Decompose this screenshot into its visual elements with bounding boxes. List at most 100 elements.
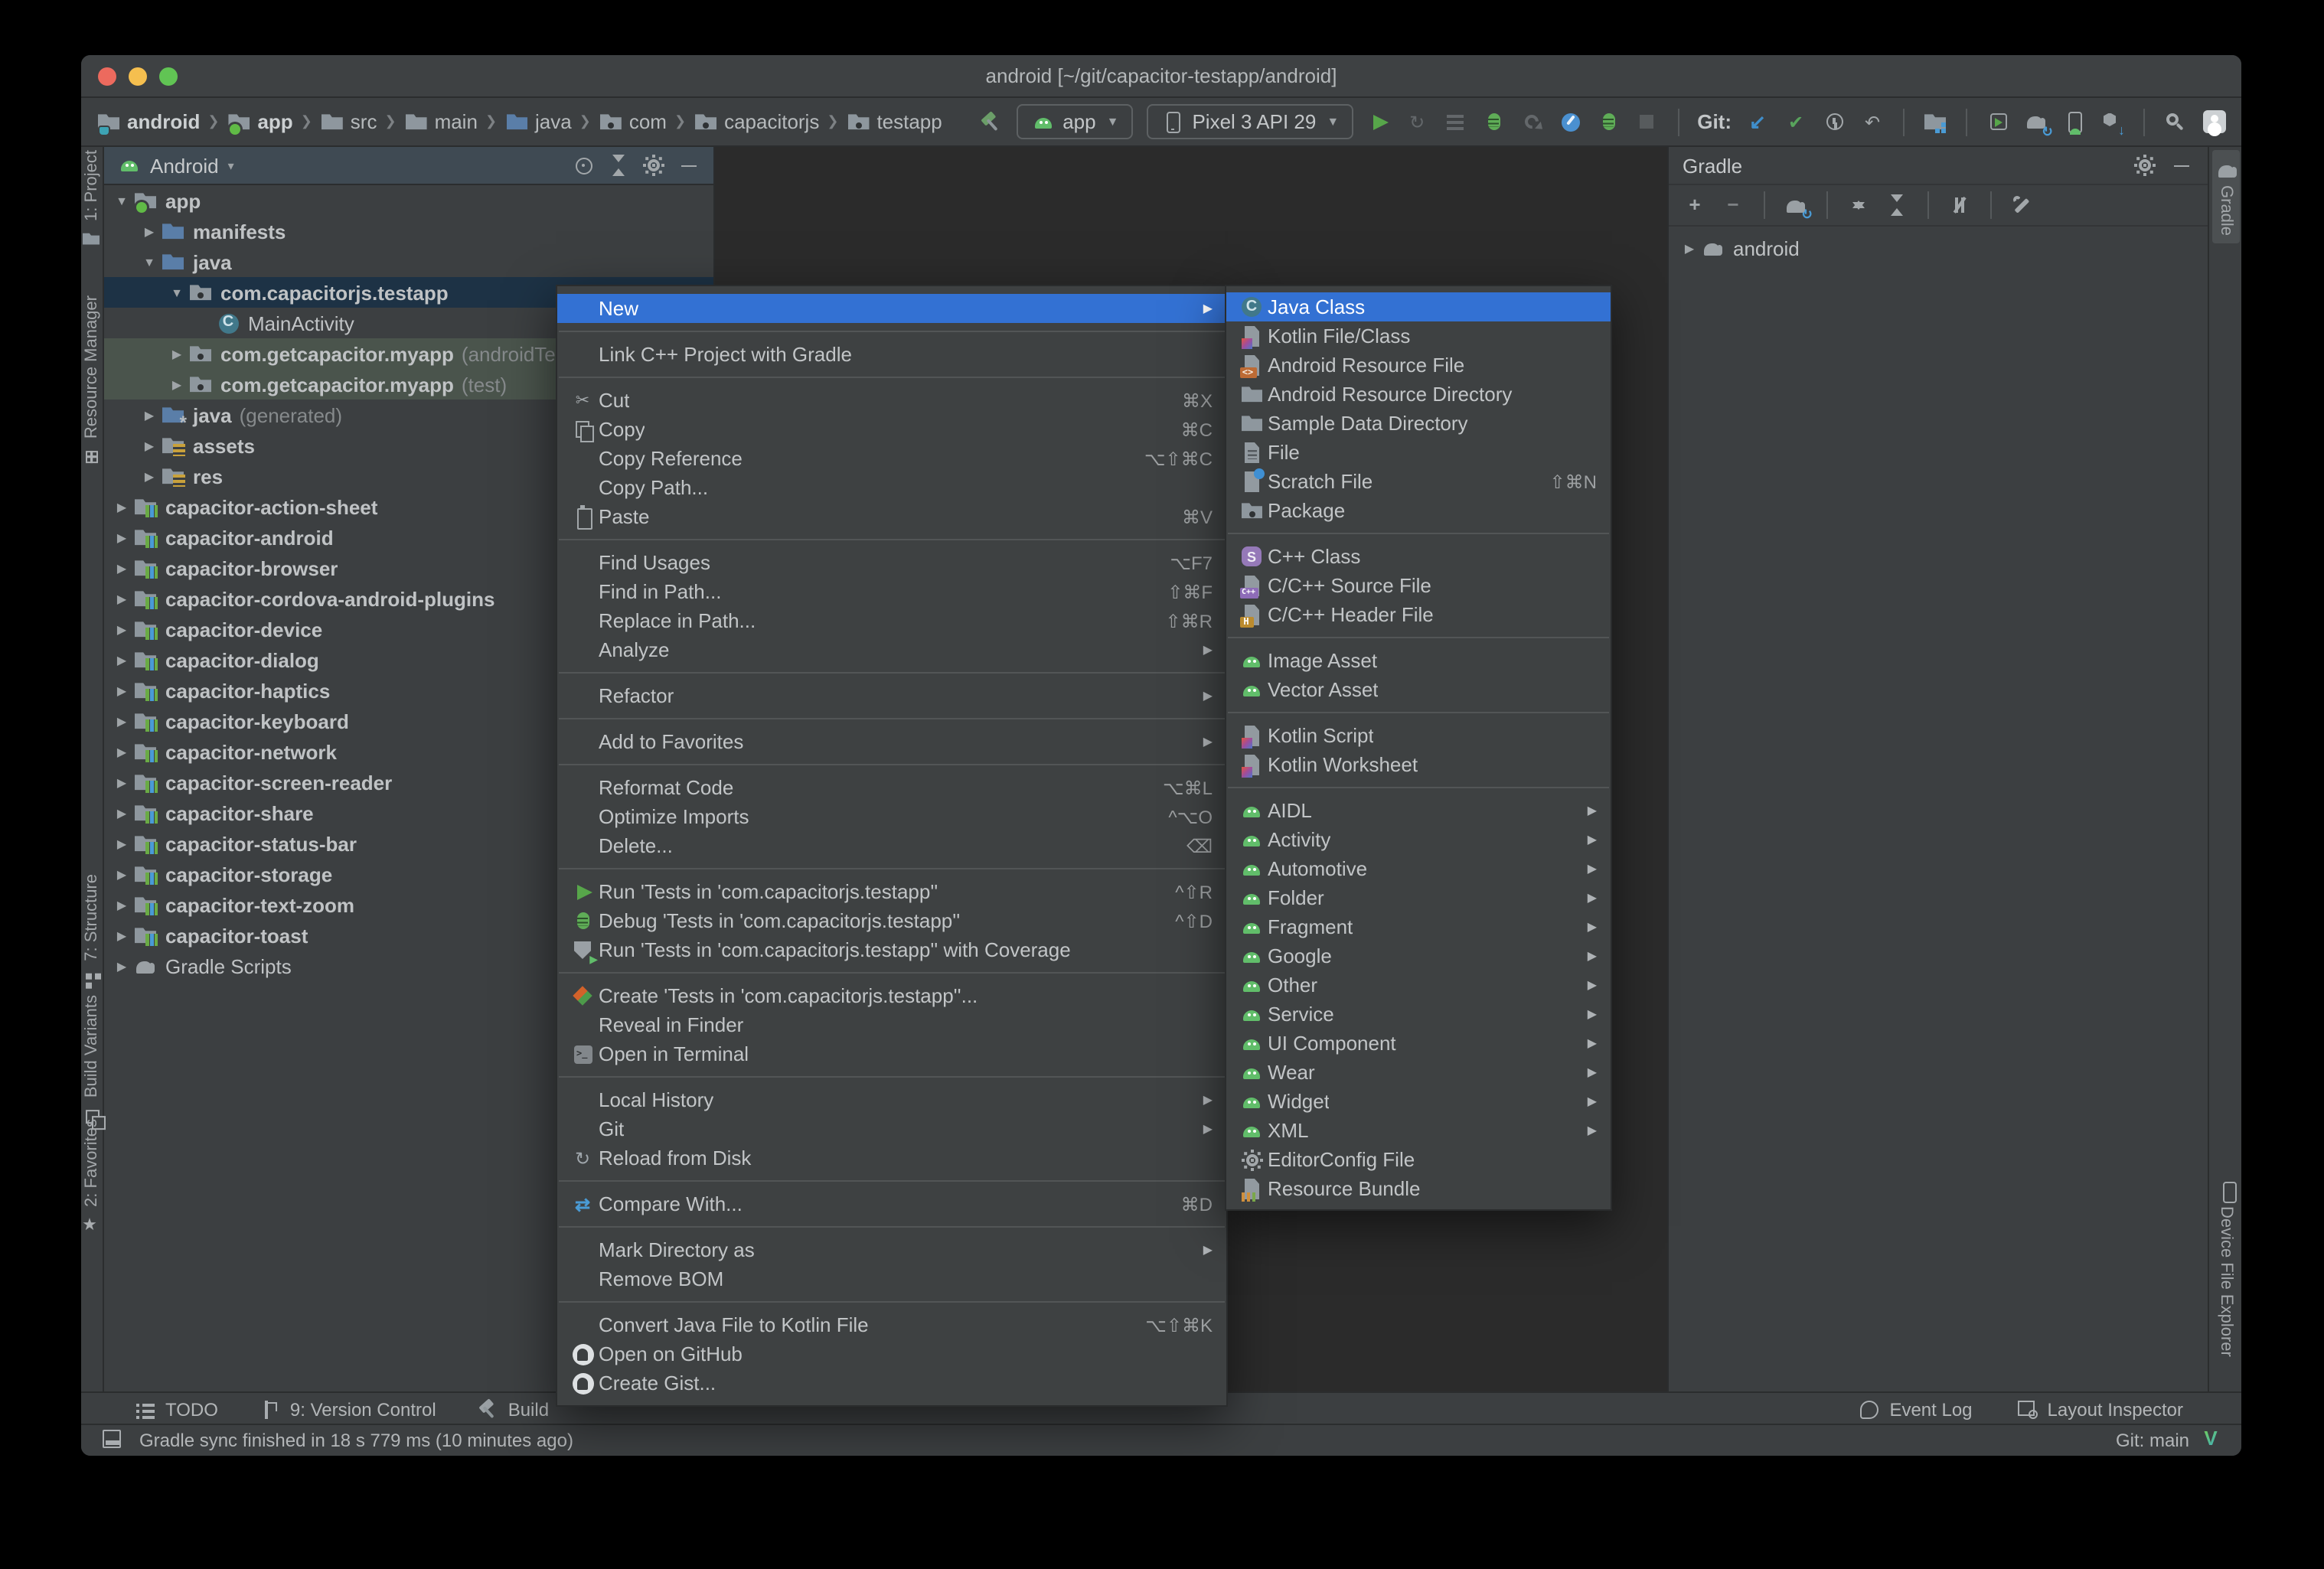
gradle-sync-button[interactable]: ↻ — [1784, 193, 1813, 222]
breadcrumb-android[interactable]: android — [96, 109, 200, 134]
menu-item-delete[interactable]: Delete... ⌫ — [557, 831, 1226, 860]
menu-item-convert-java-file-to-kotlin-file[interactable]: Convert Java File to Kotlin File ⌥⇧⌘K — [557, 1310, 1226, 1339]
tree-chevron-right-icon[interactable]: ▶ — [138, 469, 161, 483]
tree-chevron-right-icon[interactable]: ▶ — [110, 837, 133, 850]
menu-item-reveal-in-finder[interactable]: Reveal in Finder — [557, 1010, 1226, 1039]
breadcrumb-capacitorjs[interactable]: capacitorjs — [694, 109, 819, 134]
git-commit-button[interactable] — [1784, 109, 1808, 134]
new-menu-item-widget[interactable]: Widget ▶ — [1226, 1087, 1611, 1116]
menu-item-copy-reference[interactable]: Copy Reference ⌥⇧⌘C — [557, 444, 1226, 473]
tree-row-app[interactable]: ▼ app — [104, 185, 713, 216]
device-select[interactable]: Pixel 3 API 29 ▼ — [1146, 104, 1353, 139]
tree-chevron-right-icon[interactable]: ▶ — [110, 622, 133, 636]
menu-item-find-in-path[interactable]: Find in Path... ⇧⌘F — [557, 577, 1226, 606]
menu-item-reformat-code[interactable]: Reformat Code ⌥⌘L — [557, 773, 1226, 802]
tree-chevron-right-icon[interactable]: ▶ — [165, 377, 188, 391]
tool-window-button-7-structure[interactable]: 7: Structure — [81, 874, 103, 989]
new-menu-item-service[interactable]: Service ▶ — [1226, 1000, 1611, 1029]
ignore-button[interactable] — [1947, 193, 1972, 217]
new-menu-item-image-asset[interactable]: Image Asset — [1226, 646, 1611, 675]
new-menu-item-aidl[interactable]: AIDL ▶ — [1226, 796, 1611, 825]
window-layout-icon[interactable] — [100, 1426, 124, 1450]
new-menu-item-activity[interactable]: Activity ▶ — [1226, 825, 1611, 854]
breadcrumb-testapp[interactable]: testapp — [846, 109, 942, 134]
new-menu-item-ui-component[interactable]: UI Component ▶ — [1226, 1029, 1611, 1058]
remove-button[interactable] — [1721, 193, 1745, 217]
tool-window-button-event-log[interactable]: Event Log — [1857, 1397, 1973, 1421]
tree-chevron-down-icon[interactable]: ▼ — [165, 285, 188, 299]
menu-item-create-tests-in-com-capacitorjs-testapp[interactable]: Create 'Tests in 'com.capacitorjs.testap… — [557, 981, 1226, 1010]
menu-item-copy[interactable]: Copy ⌘C — [557, 415, 1226, 444]
close-window-button[interactable] — [98, 67, 116, 85]
wrench-button[interactable] — [2010, 193, 2035, 217]
tree-row-manifests[interactable]: ▶ manifests — [104, 216, 713, 246]
sdk-manager-button[interactable] — [2100, 109, 2125, 137]
new-menu-item-kotlin-file-class[interactable]: Kotlin File/Class — [1226, 321, 1611, 351]
attach-debugger-button[interactable] — [1519, 109, 1544, 134]
tool-window-button-device-file-explorer[interactable]: Device File Explorer — [2212, 1171, 2240, 1365]
minimize-button[interactable] — [677, 153, 701, 178]
run-configuration-select[interactable]: app ▼ — [1017, 104, 1133, 139]
new-menu-item-sample-data-directory[interactable]: Sample Data Directory — [1226, 409, 1611, 438]
tool-window-button-9-version-control[interactable]: 9: Version Control — [258, 1397, 436, 1421]
menu-item-mark-directory-as[interactable]: Mark Directory as ▶ — [557, 1235, 1226, 1264]
breadcrumb-java[interactable]: java — [504, 109, 572, 134]
breadcrumb-main[interactable]: main — [404, 109, 478, 134]
run-anything-button[interactable] — [1986, 109, 2010, 134]
menu-item-run-tests-in-com-capacitorjs-testapp-with-coverage[interactable]: Run 'Tests in 'com.capacitorjs.testapp''… — [557, 935, 1226, 965]
add-button[interactable] — [1683, 193, 1707, 217]
breadcrumb-app[interactable]: app — [227, 109, 293, 134]
menu-item-local-history[interactable]: Local History ▶ — [557, 1085, 1226, 1114]
expand-all-button[interactable] — [1846, 193, 1871, 217]
tool-window-button-layout-inspector[interactable]: Layout Inspector — [2016, 1397, 2183, 1421]
tree-chevron-right-icon[interactable]: ▶ — [110, 561, 133, 575]
apply-code-changes-button[interactable] — [1443, 109, 1467, 134]
minimize-button[interactable] — [2169, 153, 2194, 178]
stop-button[interactable] — [1634, 109, 1659, 134]
tree-chevron-right-icon[interactable]: ▶ — [110, 592, 133, 605]
new-menu-item-java-class[interactable]: Java Class — [1226, 292, 1611, 321]
new-menu-item-file[interactable]: File — [1226, 438, 1611, 467]
tree-chevron-right-icon[interactable]: ▶ — [138, 408, 161, 422]
menu-item-run-tests-in-com-capacitorjs-testapp[interactable]: Run 'Tests in 'com.capacitorjs.testapp''… — [557, 877, 1226, 906]
gear-button[interactable] — [2133, 153, 2157, 178]
menu-item-refactor[interactable]: Refactor ▶ — [557, 681, 1226, 710]
project-view-selector[interactable]: Android — [150, 154, 219, 177]
collapse-all-button[interactable] — [1885, 193, 1909, 217]
menu-item-open-on-github[interactable]: Open on GitHub — [557, 1339, 1226, 1368]
new-menu-item-kotlin-worksheet[interactable]: Kotlin Worksheet — [1226, 750, 1611, 779]
new-menu-item-android-resource-file[interactable]: Android Resource File — [1226, 351, 1611, 380]
tool-window-button-resource-manager[interactable]: Resource Manager — [81, 295, 103, 466]
new-menu-item-folder[interactable]: Folder ▶ — [1226, 883, 1611, 912]
menu-item-git[interactable]: Git ▶ — [557, 1114, 1226, 1143]
git-branch-status[interactable]: Git: main — [2116, 1430, 2189, 1451]
attach-profiler-button[interactable] — [1596, 109, 1621, 134]
menu-item-cut[interactable]: Cut ⌘X — [557, 386, 1226, 415]
tree-chevron-right-icon[interactable]: ▶ — [110, 898, 133, 912]
tree-chevron-right-icon[interactable]: ▶ — [165, 347, 188, 360]
menu-item-paste[interactable]: Paste ⌘V — [557, 502, 1226, 531]
tree-row-java[interactable]: ▼ java — [104, 246, 713, 277]
build-project-button[interactable] — [978, 109, 1003, 134]
locate-button[interactable] — [571, 153, 596, 178]
tree-chevron-right-icon[interactable]: ▶ — [110, 530, 133, 544]
new-menu-item-vector-asset[interactable]: Vector Asset — [1226, 675, 1611, 704]
tree-chevron-right-icon[interactable]: ▶ — [1678, 241, 1701, 255]
menu-item-debug-tests-in-com-capacitorjs-testapp[interactable]: Debug 'Tests in 'com.capacitorjs.testapp… — [557, 906, 1226, 935]
gradle-tree-row-android[interactable]: ▶ android — [1669, 233, 2208, 263]
new-menu-item-google[interactable]: Google ▶ — [1226, 941, 1611, 970]
tree-chevron-right-icon[interactable]: ▶ — [110, 775, 133, 789]
history-button[interactable] — [1822, 109, 1846, 134]
git-update-button[interactable] — [1745, 109, 1770, 134]
new-menu-item-android-resource-directory[interactable]: Android Resource Directory — [1226, 380, 1611, 409]
menu-item-new[interactable]: New ▶ — [557, 294, 1226, 323]
new-menu-item-wear[interactable]: Wear ▶ — [1226, 1058, 1611, 1087]
tree-chevron-right-icon[interactable]: ▶ — [110, 714, 133, 728]
new-menu-item-package[interactable]: Package — [1226, 496, 1611, 525]
tool-window-button-2-favorites[interactable]: 2: Favorites — [81, 1119, 103, 1235]
collapse-all-button[interactable] — [606, 153, 631, 178]
new-menu-item-resource-bundle[interactable]: Resource Bundle — [1226, 1174, 1611, 1203]
rollback-button[interactable] — [1860, 109, 1885, 134]
minimize-window-button[interactable] — [129, 67, 147, 85]
new-menu-item-automotive[interactable]: Automotive ▶ — [1226, 854, 1611, 883]
